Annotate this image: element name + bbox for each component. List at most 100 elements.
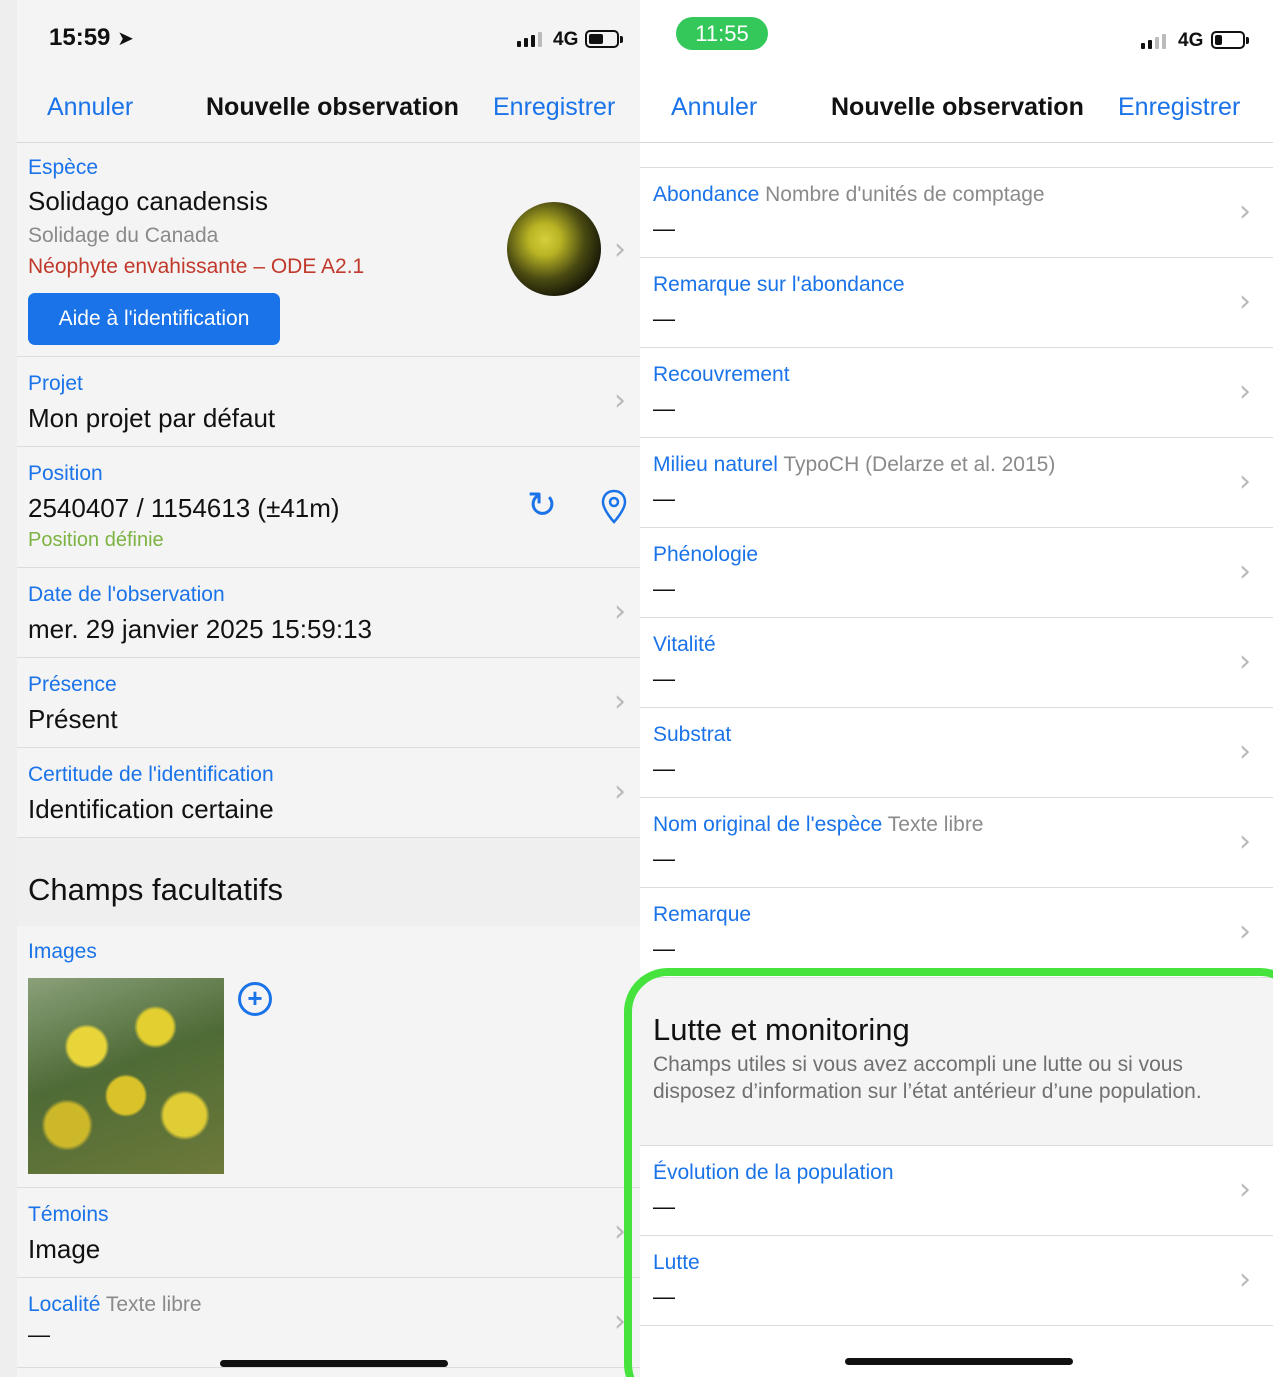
row-label: Nom original de l'espèce Texte libre bbox=[653, 813, 984, 836]
vitality-row[interactable]: Vitalité — › bbox=[640, 618, 1273, 708]
position-state: Position définie bbox=[28, 529, 164, 551]
chevron-right-icon: › bbox=[1239, 464, 1251, 499]
witnesses-row[interactable]: Témoins Image › bbox=[17, 1188, 640, 1278]
cancel-button[interactable]: Annuler bbox=[47, 93, 133, 122]
network-label: 4G bbox=[553, 29, 579, 50]
locality-hint: Texte libre bbox=[105, 1293, 202, 1316]
remark-row[interactable]: Remarque — › bbox=[640, 888, 1273, 978]
save-button[interactable]: Enregistrer bbox=[493, 93, 615, 122]
location-arrow-icon: ➤ bbox=[117, 28, 134, 50]
presence-value: Présent bbox=[28, 704, 118, 734]
list-top-gap bbox=[640, 144, 1273, 168]
row-label: Abondance Nombre d'unités de comptage bbox=[653, 183, 1045, 206]
species-common-name: Solidage du Canada bbox=[28, 224, 219, 247]
add-circle-icon[interactable]: + bbox=[238, 982, 272, 1016]
page-title: Nouvelle observation bbox=[831, 93, 1084, 121]
chevron-right-icon: › bbox=[1239, 374, 1251, 409]
status-time: 11:55 bbox=[676, 17, 768, 50]
witnesses-label: Témoins bbox=[28, 1203, 109, 1226]
locality-label: Localité Texte libre bbox=[28, 1293, 202, 1316]
chevron-right-icon: › bbox=[1239, 194, 1251, 229]
date-value: mer. 29 janvier 2025 15:59:13 bbox=[28, 614, 373, 644]
nav-bar: Annuler Nouvelle observation Enregistrer bbox=[640, 75, 1273, 143]
chevron-right-icon: › bbox=[614, 383, 626, 418]
images-label: Images bbox=[28, 940, 97, 963]
species-latin-name: Solidago canadensis bbox=[28, 186, 268, 216]
chevron-right-icon: › bbox=[1239, 554, 1251, 589]
abundance-row[interactable]: Abondance Nombre d'unités de comptage — … bbox=[640, 168, 1273, 258]
species-status: Néophyte envahissante – ODE A2.1 bbox=[28, 255, 365, 278]
project-label: Projet bbox=[28, 372, 83, 395]
row-value: — bbox=[653, 486, 675, 511]
chevron-right-icon: › bbox=[614, 232, 626, 267]
substrate-row[interactable]: Substrat — › bbox=[640, 708, 1273, 798]
presence-label: Présence bbox=[28, 673, 117, 696]
page-title: Nouvelle observation bbox=[206, 93, 459, 121]
battery-icon bbox=[585, 30, 623, 48]
row-label: Recouvrement bbox=[653, 363, 790, 386]
highlight-box bbox=[624, 968, 1273, 1377]
row-value: — bbox=[653, 306, 675, 331]
species-label: Espèce bbox=[28, 156, 99, 179]
project-value: Mon projet par défaut bbox=[28, 403, 276, 433]
optional-fields-title: Champs facultatifs bbox=[28, 872, 283, 907]
habitat-row[interactable]: Milieu naturel TypoCH (Delarze et al. 20… bbox=[640, 438, 1273, 528]
row-value: — bbox=[653, 936, 675, 961]
original-name-row[interactable]: Nom original de l'espèce Texte libre — › bbox=[640, 798, 1273, 888]
chevron-right-icon: › bbox=[614, 594, 626, 629]
chevron-right-icon: › bbox=[1239, 734, 1251, 769]
certainty-value: Identification certaine bbox=[28, 794, 274, 824]
row-label: Phénologie bbox=[653, 543, 759, 566]
locality-row[interactable]: Localité Texte libre — › bbox=[17, 1278, 640, 1368]
date-row[interactable]: Date de l'observation mer. 29 janvier 20… bbox=[17, 568, 640, 658]
cancel-button[interactable]: Annuler bbox=[671, 93, 757, 122]
date-label: Date de l'observation bbox=[28, 583, 225, 606]
row-value: — bbox=[653, 666, 675, 691]
map-pin-icon[interactable] bbox=[601, 489, 627, 525]
battery-icon bbox=[1211, 31, 1249, 49]
presence-row[interactable]: Présence Présent › bbox=[17, 658, 640, 748]
chevron-right-icon: › bbox=[614, 774, 626, 809]
row-value: — bbox=[653, 756, 675, 781]
row-hint: TypoCH (Delarze et al. 2015) bbox=[783, 453, 1056, 476]
locality-value: — bbox=[28, 1322, 50, 1347]
row-label: Remarque sur l'abondance bbox=[653, 273, 905, 296]
home-indicator bbox=[220, 1360, 448, 1367]
chevron-right-icon: › bbox=[1239, 644, 1251, 679]
certainty-label: Certitude de l'identification bbox=[28, 763, 274, 786]
position-label: Position bbox=[28, 462, 103, 485]
chevron-right-icon: › bbox=[1239, 284, 1251, 319]
signal-icon bbox=[517, 32, 542, 47]
species-row[interactable]: Espèce Solidago canadensis Solidage du C… bbox=[17, 144, 640, 357]
optional-fields-header: Champs facultatifs bbox=[17, 838, 640, 926]
signal-icon bbox=[1141, 34, 1166, 49]
status-bar: 11:55 4G bbox=[640, 0, 1273, 75]
row-label: Remarque bbox=[653, 903, 752, 926]
project-row[interactable]: Projet Mon projet par défaut › bbox=[17, 357, 640, 447]
position-value: 2540407 / 1154613 (±41m) bbox=[28, 493, 340, 523]
network-label: 4G bbox=[1178, 30, 1204, 51]
status-bar: 15:59 ➤ 4G bbox=[17, 0, 640, 75]
certainty-row[interactable]: Certitude de l'identification Identifica… bbox=[17, 748, 640, 838]
species-thumbnail bbox=[507, 202, 601, 296]
identification-help-button[interactable]: Aide à l'identification bbox=[28, 293, 280, 345]
abundance-remark-row[interactable]: Remarque sur l'abondance — › bbox=[640, 258, 1273, 348]
refresh-icon[interactable]: ↻ bbox=[527, 485, 557, 526]
left-phone-screen: 15:59 ➤ 4G Annuler Nouvelle observation … bbox=[0, 0, 640, 1377]
row-value: — bbox=[653, 576, 675, 601]
chevron-right-icon: › bbox=[614, 684, 626, 719]
row-value: — bbox=[653, 846, 675, 871]
row-label: Vitalité bbox=[653, 633, 716, 656]
row-value: — bbox=[653, 216, 675, 241]
status-time: 15:59 ➤ bbox=[49, 24, 134, 51]
observation-photo[interactable] bbox=[28, 978, 224, 1174]
save-button[interactable]: Enregistrer bbox=[1118, 93, 1240, 122]
nav-bar: Annuler Nouvelle observation Enregistrer bbox=[17, 75, 640, 143]
phenology-row[interactable]: Phénologie — › bbox=[640, 528, 1273, 618]
position-row[interactable]: Position 2540407 / 1154613 (±41m) Positi… bbox=[17, 447, 640, 568]
row-value: — bbox=[653, 396, 675, 421]
row-label: Milieu naturel TypoCH (Delarze et al. 20… bbox=[653, 453, 1056, 476]
witnesses-value: Image bbox=[28, 1234, 101, 1264]
row-hint: Nombre d'unités de comptage bbox=[765, 183, 1045, 206]
coverage-row[interactable]: Recouvrement — › bbox=[640, 348, 1273, 438]
